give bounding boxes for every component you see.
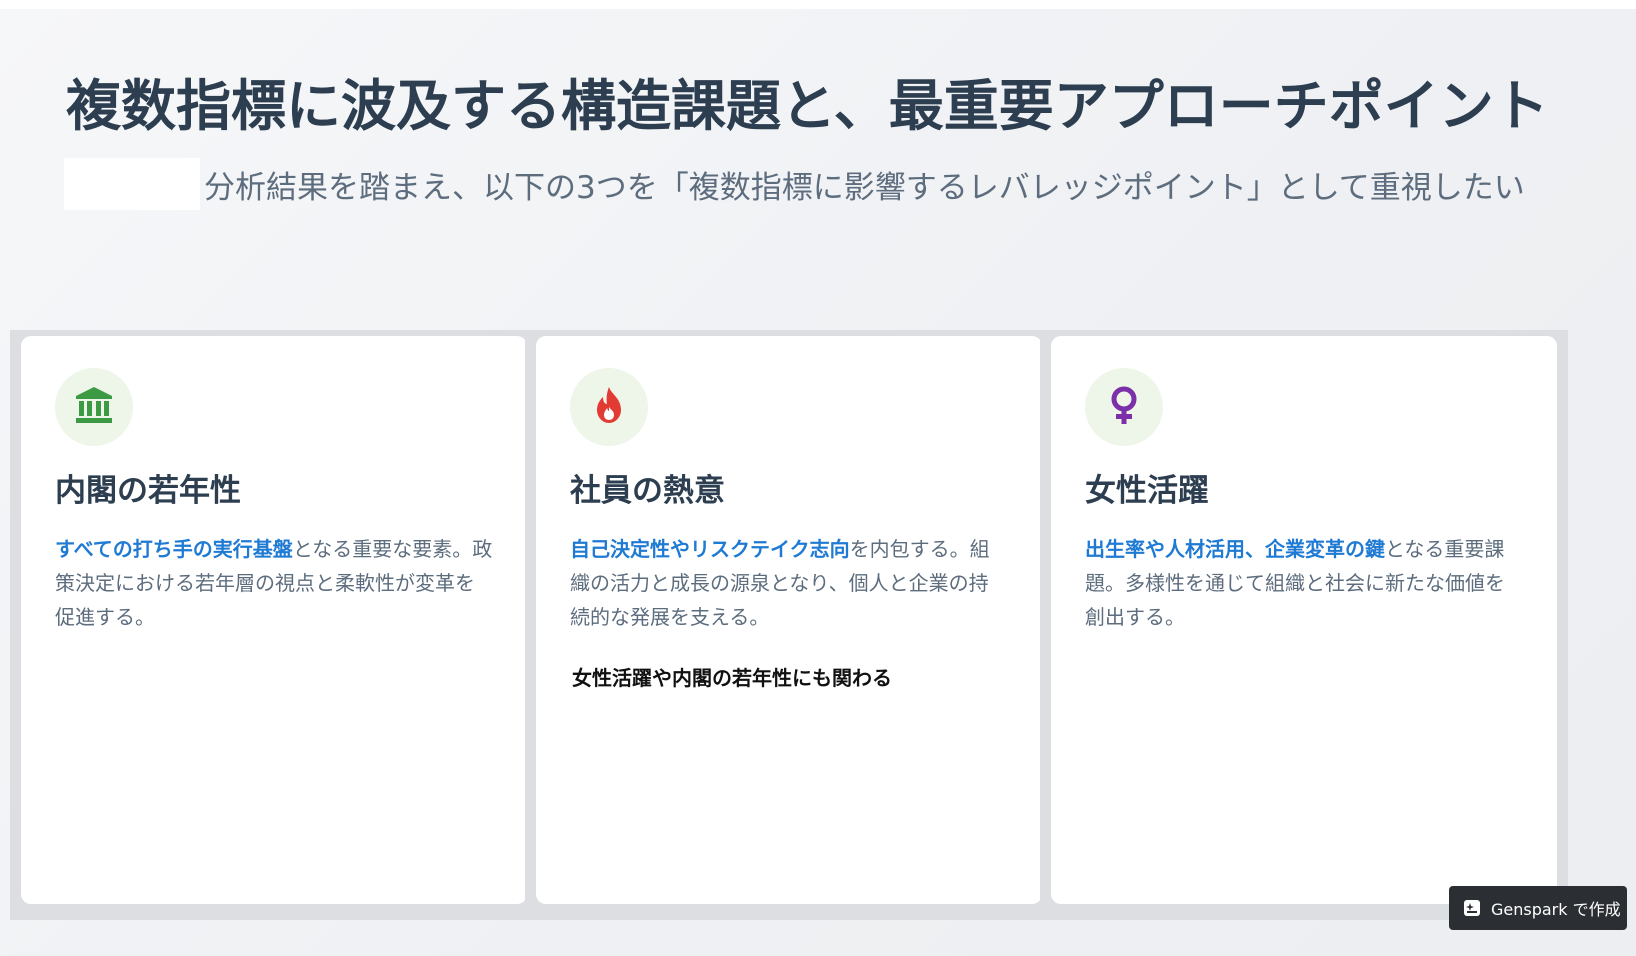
card-description: すべての打ち手の実行基盤となる重要な要素。政策決定における若年層の視点と柔軟性が… bbox=[55, 532, 493, 634]
subtitle-row: 分析結果を踏まえ、以下の3つを「複数指標に影響するレバレッジポイント」として重視… bbox=[64, 158, 1525, 210]
card-title: 女性活躍 bbox=[1085, 473, 1209, 509]
venus-icon bbox=[1103, 384, 1145, 430]
top-strip bbox=[0, 0, 1636, 9]
card-title: 社員の熱意 bbox=[570, 473, 725, 509]
genspark-logo-icon bbox=[1463, 899, 1481, 917]
card-employee-engagement: 社員の熱意 自己決定性やリスクテイク志向を内包する。組織の活力と成長の源泉となり… bbox=[536, 336, 1042, 904]
card-highlight: 自己決定性やリスクテイク志向 bbox=[570, 537, 850, 561]
card-frame-women: 女性活躍 出生率や人材活用、企業変革の鍵となる重要課題。多様性を通じて組織と社会… bbox=[1040, 330, 1568, 920]
card-frame-engagement: 社員の熱意 自己決定性やリスクテイク志向を内包する。組織の活力と成長の源泉となり… bbox=[525, 330, 1053, 920]
card-icon-circle bbox=[55, 368, 133, 446]
subtitle-blank-box bbox=[64, 158, 200, 210]
fire-icon bbox=[588, 384, 630, 430]
card-note: 女性活躍や内閣の若年性にも関わる bbox=[572, 666, 892, 690]
badge-label: Genspark で作成 bbox=[1491, 900, 1621, 919]
card-row: 内閣の若年性 すべての打ち手の実行基盤となる重要な要素。政策決定における若年層の… bbox=[10, 330, 1614, 920]
card-highlight: すべての打ち手の実行基盤 bbox=[55, 537, 293, 561]
card-highlight: 出生率や人材活用、企業変革の鍵 bbox=[1085, 537, 1385, 561]
card-icon-circle bbox=[570, 368, 648, 446]
card-description: 自己決定性やリスクテイク志向を内包する。組織の活力と成長の源泉となり、個人と企業… bbox=[570, 532, 1008, 634]
card-frame-cabinet: 内閣の若年性 すべての打ち手の実行基盤となる重要な要素。政策決定における若年層の… bbox=[10, 330, 538, 920]
page-title: 複数指標に波及する構造課題と、最重要アプローチポイント bbox=[66, 74, 1549, 138]
card-icon-circle bbox=[1085, 368, 1163, 446]
card-description: 出生率や人材活用、企業変革の鍵となる重要課題。多様性を通じて組織と社会に新たな価… bbox=[1085, 532, 1523, 634]
genspark-badge-button[interactable]: Genspark で作成 bbox=[1449, 886, 1627, 930]
card-title: 内閣の若年性 bbox=[55, 473, 241, 509]
card-women-empowerment: 女性活躍 出生率や人材活用、企業変革の鍵となる重要課題。多様性を通じて組織と社会… bbox=[1051, 336, 1557, 904]
landmark-icon bbox=[73, 384, 115, 430]
card-cabinet-youth: 内閣の若年性 すべての打ち手の実行基盤となる重要な要素。政策決定における若年層の… bbox=[21, 336, 527, 904]
page-subtitle: 分析結果を踏まえ、以下の3つを「複数指標に影響するレバレッジポイント」として重視… bbox=[204, 169, 1525, 206]
